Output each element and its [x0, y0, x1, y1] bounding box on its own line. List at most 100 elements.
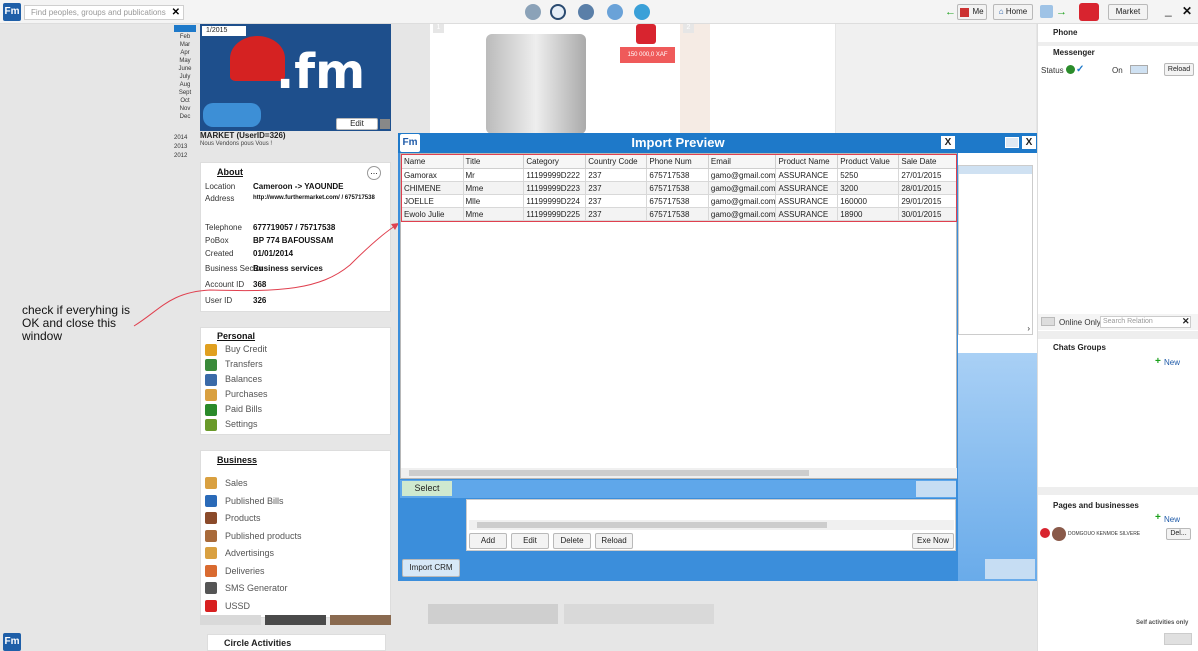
select-bar: Select: [400, 480, 956, 498]
action-panel: Add Edit Delete Reload Exe Now: [466, 499, 956, 551]
table-cell[interactable]: 29/01/2015: [898, 194, 957, 208]
reload-button[interactable]: Reload: [1164, 63, 1194, 76]
table-row[interactable]: Gamorax Mr 11199999D222 237 675717538 gamo@gm…: [401, 168, 957, 182]
action-scrollbar[interactable]: [469, 520, 954, 530]
import-grid: Name Title Category Country Code Phone Num Em…: [400, 153, 957, 479]
status-online-icon[interactable]: [1066, 65, 1075, 74]
column-header[interactable]: Title: [462, 154, 525, 169]
table-cell[interactable]: 30/01/2015: [898, 207, 957, 221]
plus-icon: +: [1155, 512, 1161, 523]
on-label: On: [1112, 66, 1123, 75]
bottom-thumb[interactable]: [564, 604, 714, 624]
column-header[interactable]: Product Name: [775, 154, 839, 169]
column-header[interactable]: Product Value: [837, 154, 900, 169]
status-toggle[interactable]: [1130, 65, 1148, 74]
table-cell[interactable]: gamo@gmail.com: [707, 181, 777, 195]
table-row[interactable]: CHIMENE Mme 11199999D223 237 675717538 gamo@g…: [401, 181, 957, 195]
column-header[interactable]: Category: [523, 154, 587, 169]
column-header[interactable]: Country Code: [585, 154, 648, 169]
table-cell[interactable]: gamo@gmail.com: [707, 207, 777, 221]
online-only-bar: Online Only Search Relation ✕: [1038, 314, 1198, 330]
table-cell[interactable]: 11199999D225: [523, 207, 587, 221]
exe-now-button[interactable]: Exe Now: [912, 533, 954, 549]
outer-window: X ›: [955, 133, 1038, 581]
modal-title-bar[interactable]: Import Preview: [398, 133, 958, 153]
select-button[interactable]: Select: [402, 481, 452, 496]
table-cell[interactable]: Mme: [462, 181, 525, 195]
notification-badge: [1040, 528, 1050, 538]
import-crm-button[interactable]: Import CRM: [402, 559, 460, 577]
bottom-toggle[interactable]: [1164, 633, 1192, 645]
table-cell[interactable]: 675717538: [646, 194, 709, 208]
table-cell[interactable]: 675717538: [646, 207, 709, 221]
reload-button[interactable]: Reload: [595, 533, 633, 549]
outer-close-icon[interactable]: X: [1022, 136, 1036, 149]
table-cell[interactable]: 5250: [837, 168, 900, 182]
table-cell[interactable]: 11199999D222: [523, 168, 587, 182]
search-relation-input[interactable]: Search Relation: [1100, 316, 1191, 328]
outer-scroll-right-icon[interactable]: ›: [1027, 324, 1030, 333]
product-image[interactable]: [486, 34, 586, 134]
h-scroll-thumb[interactable]: [409, 470, 809, 476]
table-cell[interactable]: ASSURANCE: [775, 194, 839, 208]
table-cell[interactable]: Gamorax: [401, 168, 464, 182]
table-row[interactable]: Ewolo Julie Mme 11199999D225 237 675717538 ga…: [401, 207, 957, 221]
online-only-toggle[interactable]: [1041, 317, 1055, 326]
column-header[interactable]: Email: [707, 154, 777, 169]
table-cell[interactable]: 11199999D224: [523, 194, 587, 208]
product-basket-icon[interactable]: [636, 24, 656, 44]
table-cell[interactable]: ASSURANCE: [775, 207, 839, 221]
table-cell[interactable]: Mr: [462, 168, 525, 182]
edit-button[interactable]: Edit: [511, 533, 549, 549]
h-scrollbar[interactable]: [401, 468, 957, 478]
bottom-thumb[interactable]: [428, 604, 558, 624]
action-buttons: Add Edit Delete Reload: [469, 533, 633, 549]
table-row[interactable]: JOELLE Mlle 11199999D224 237 675717538 gamo@g…: [401, 194, 957, 208]
product-strip: [680, 24, 710, 134]
price-tag: 150 000,0 XAF: [620, 47, 675, 63]
contact-name[interactable]: DOMGOUO KENMOE SILVERE: [1068, 531, 1140, 537]
add-button[interactable]: Add: [469, 533, 507, 549]
table-cell[interactable]: 237: [585, 207, 648, 221]
table-cell[interactable]: CHIMENE: [401, 181, 464, 195]
table-cell[interactable]: 160000: [837, 194, 900, 208]
table-cell[interactable]: 3200: [837, 181, 900, 195]
table-cell[interactable]: Mme: [462, 207, 525, 221]
slot-number-2: 2: [683, 24, 694, 33]
table-cell[interactable]: Ewolo Julie: [401, 207, 464, 221]
table-header-row: Name Title Category Country Code Phone Num Em…: [401, 154, 957, 169]
select-bar-block: [916, 481, 956, 497]
table-cell[interactable]: 28/01/2015: [898, 181, 957, 195]
side-gap: [836, 24, 1036, 133]
messenger-title: Messenger: [1053, 48, 1095, 57]
table-cell[interactable]: gamo@gmail.com: [707, 168, 777, 182]
column-header[interactable]: Sale Date: [898, 154, 957, 169]
action-scroll-thumb[interactable]: [477, 522, 827, 528]
new-group-link[interactable]: New: [1164, 358, 1180, 367]
table-cell[interactable]: 237: [585, 181, 648, 195]
new-page-link[interactable]: New: [1164, 515, 1180, 524]
table-cell[interactable]: 237: [585, 194, 648, 208]
delete-contact-button[interactable]: Del...: [1166, 528, 1191, 540]
table-cell[interactable]: ASSURANCE: [775, 168, 839, 182]
table-cell[interactable]: 18900: [837, 207, 900, 221]
table-cell[interactable]: 675717538: [646, 168, 709, 182]
import-preview-window: Import Preview Fm X Name Title Category Cou…: [398, 133, 958, 581]
table-cell[interactable]: Mlle: [462, 194, 525, 208]
modal-close-button[interactable]: X: [941, 136, 955, 149]
table-cell[interactable]: 675717538: [646, 181, 709, 195]
outer-content: ›: [958, 165, 1033, 335]
clear-relation-icon[interactable]: ✕: [1182, 316, 1190, 327]
table-cell[interactable]: gamo@gmail.com: [707, 194, 777, 208]
table-cell[interactable]: JOELLE: [401, 194, 464, 208]
outer-minimize-icon[interactable]: [1005, 137, 1019, 148]
contact-avatar[interactable]: [1052, 527, 1066, 541]
delete-button[interactable]: Delete: [553, 533, 591, 549]
modal-title: Import Preview: [631, 135, 725, 150]
table-cell[interactable]: 237: [585, 168, 648, 182]
table-cell[interactable]: 27/01/2015: [898, 168, 957, 182]
table-cell[interactable]: 11199999D223: [523, 181, 587, 195]
table-cell[interactable]: ASSURANCE: [775, 181, 839, 195]
column-header[interactable]: Name: [401, 154, 464, 169]
column-header[interactable]: Phone Num: [646, 154, 709, 169]
